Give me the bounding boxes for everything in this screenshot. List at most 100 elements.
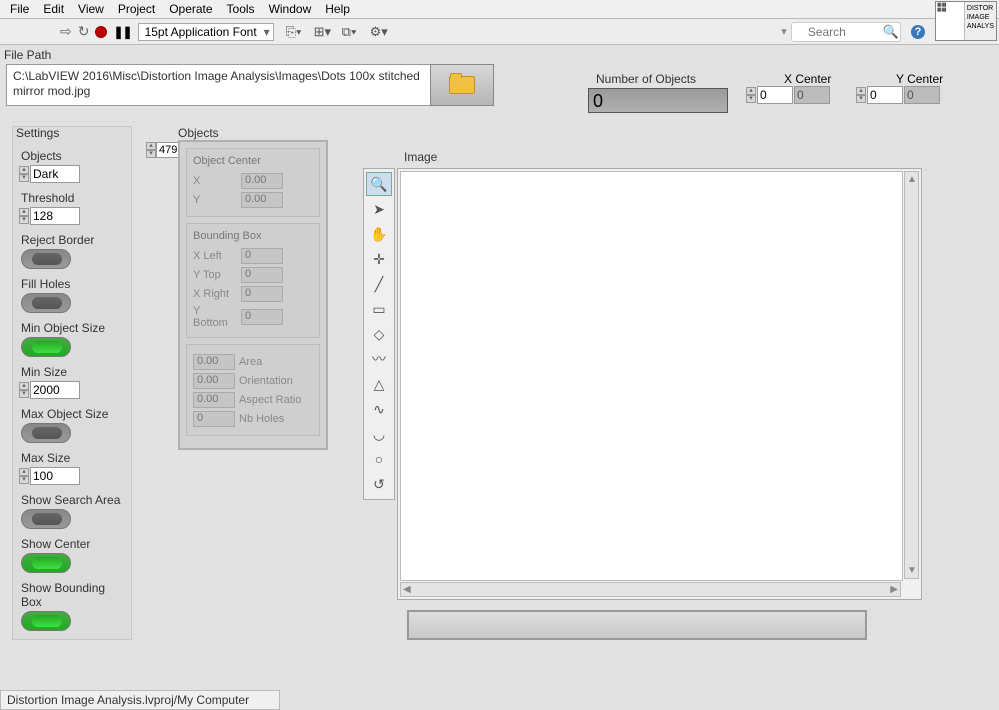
menu-window[interactable]: Window [269, 2, 312, 16]
holes-label: Nb Holes [239, 413, 309, 425]
objects-array-label: Objects [178, 126, 219, 140]
xcenter-spinner[interactable]: ▴▾ [746, 87, 756, 103]
bb-xright-label: X Right [193, 288, 237, 300]
browse-button[interactable] [430, 64, 494, 106]
settings-cluster: Settings Objects ▴▾Dark Threshold ▴▾128 … [12, 126, 132, 640]
polygon-tool-icon[interactable]: △ [366, 372, 392, 396]
fill-holes-toggle[interactable] [21, 293, 71, 313]
filepath-label: File Path [4, 48, 51, 62]
bb-xleft-value: 0 [241, 248, 283, 264]
icon-label: DISTOR IMAGE ANALYS [965, 2, 996, 40]
filepath-input[interactable]: C:\LabVIEW 2016\Misc\Distortion Image An… [6, 64, 430, 106]
xcenter-label: X Center [784, 72, 831, 86]
pause-icon[interactable]: ❚❚ [113, 25, 131, 39]
settings-title: Settings [16, 126, 59, 140]
objects-input[interactable]: Dark [30, 165, 80, 183]
run-cont-icon[interactable]: ↻ [78, 23, 90, 40]
show-bbox-toggle[interactable] [21, 611, 71, 631]
rect-tool-icon[interactable]: ▭ [366, 297, 392, 321]
polyline-tool-icon[interactable]: 〰 [366, 347, 392, 371]
distribute-icon[interactable]: ⊞▾ [314, 24, 332, 40]
image-vscrollbar[interactable] [904, 171, 919, 579]
oc-y-value: 0.00 [241, 192, 283, 208]
bb-ybottom-label: Y Bottom [193, 305, 237, 329]
search-caret-icon: ▾ [781, 25, 787, 38]
image-canvas-area[interactable] [400, 171, 903, 581]
menu-bar: File Edit View Project Operate Tools Win… [0, 0, 999, 19]
orientation-value: 0.00 [193, 373, 235, 389]
max-size-label: Max Size [21, 451, 127, 465]
objects-spinner[interactable]: ▴▾ [19, 166, 29, 182]
xcenter-indicator: 0 [794, 86, 830, 104]
annulus-tool-icon[interactable]: ◡ [366, 422, 392, 446]
menu-file[interactable]: File [10, 2, 29, 16]
threshold-spinner[interactable]: ▴▾ [19, 208, 29, 224]
pointer-tool-icon[interactable]: ➤ [366, 197, 392, 221]
run-arrow-icon[interactable]: ⇨ [60, 23, 72, 40]
xcenter-group: ▴▾ 0 0 [746, 86, 830, 104]
ycenter-input[interactable]: 0 [867, 86, 903, 104]
show-search-toggle[interactable] [21, 509, 71, 529]
area-label: Area [239, 356, 309, 368]
menu-tools[interactable]: Tools [227, 2, 255, 16]
abort-icon[interactable] [95, 26, 107, 38]
image-display[interactable] [397, 168, 922, 600]
min-size-input[interactable]: 2000 [30, 381, 80, 399]
folder-icon [449, 76, 475, 94]
min-obj-size-toggle[interactable] [21, 337, 71, 357]
menu-project[interactable]: Project [118, 2, 155, 16]
resize-icon[interactable]: ⧉▾ [342, 24, 360, 40]
object-center-title: Object Center [193, 155, 313, 167]
fill-holes-label: Fill Holes [21, 277, 127, 291]
min-obj-size-label: Min Object Size [21, 321, 127, 335]
rotated-rect-tool-icon[interactable]: ◇ [366, 322, 392, 346]
status-bar: Distortion Image Analysis.lvproj/My Comp… [0, 690, 280, 710]
ycenter-spinner[interactable]: ▴▾ [856, 87, 866, 103]
icon-editor[interactable]: ▦▦▦▦ DISTOR IMAGE ANALYS [935, 1, 997, 41]
menu-edit[interactable]: Edit [43, 2, 64, 16]
image-hscrollbar[interactable] [400, 582, 901, 597]
min-size-spinner[interactable]: ▴▾ [19, 382, 29, 398]
ycenter-indicator: 0 [904, 86, 940, 104]
bbox-title: Bounding Box [193, 230, 313, 242]
holes-value: 0 [193, 411, 235, 427]
reject-border-toggle[interactable] [21, 249, 71, 269]
search-icon[interactable]: 🔍 [883, 24, 899, 40]
menu-help[interactable]: Help [325, 2, 350, 16]
freehand-tool-icon[interactable]: ∿ [366, 397, 392, 421]
threshold-input[interactable]: 128 [30, 207, 80, 225]
help-icon[interactable]: ? [911, 25, 925, 39]
objects-index-spinner[interactable]: ▴▾ [146, 142, 156, 158]
bb-xright-value: 0 [241, 286, 283, 302]
image-toolbar: 🔍 ➤ ✋ ✛ ╱ ▭ ◇ 〰 △ ∿ ◡ ○ ↺ [363, 168, 395, 500]
show-center-toggle[interactable] [21, 553, 71, 573]
threshold-label: Threshold [21, 191, 127, 205]
align-icon[interactable]: ⎘▾ [286, 24, 304, 40]
line-tool-icon[interactable]: ╱ [366, 272, 392, 296]
oval-tool-icon[interactable]: ○ [366, 447, 392, 471]
bb-ytop-value: 0 [241, 267, 283, 283]
zoom-tool-icon[interactable]: 🔍 [366, 172, 392, 196]
orientation-label: Orientation [239, 375, 309, 387]
max-obj-size-toggle[interactable] [21, 423, 71, 443]
closed-freehand-tool-icon[interactable]: ↺ [366, 472, 392, 496]
font-selector[interactable]: 15pt Application Font [138, 23, 274, 41]
xcenter-input[interactable]: 0 [757, 86, 793, 104]
reorder-icon[interactable]: ⚙▾ [370, 24, 388, 40]
max-size-input[interactable]: 100 [30, 467, 80, 485]
menu-view[interactable]: View [78, 2, 104, 16]
max-obj-size-label: Max Object Size [21, 407, 127, 421]
crosshair-tool-icon[interactable]: ✛ [366, 247, 392, 271]
bb-ytop-label: Y Top [193, 269, 237, 281]
icon-grid: ▦▦▦▦ [936, 2, 965, 40]
toolbar: ⇨ ↻ ❚❚ 15pt Application Font ⎘▾ ⊞▾ ⧉▾ ⚙▾… [0, 19, 999, 45]
objects-label: Objects [21, 149, 127, 163]
show-search-label: Show Search Area [21, 493, 127, 507]
menu-operate[interactable]: Operate [169, 2, 212, 16]
max-size-spinner[interactable]: ▴▾ [19, 468, 29, 484]
oc-x-value: 0.00 [241, 173, 283, 189]
pan-tool-icon[interactable]: ✋ [366, 222, 392, 246]
area-value: 0.00 [193, 354, 235, 370]
image-label: Image [404, 150, 437, 164]
oc-y-label: Y [193, 194, 237, 206]
